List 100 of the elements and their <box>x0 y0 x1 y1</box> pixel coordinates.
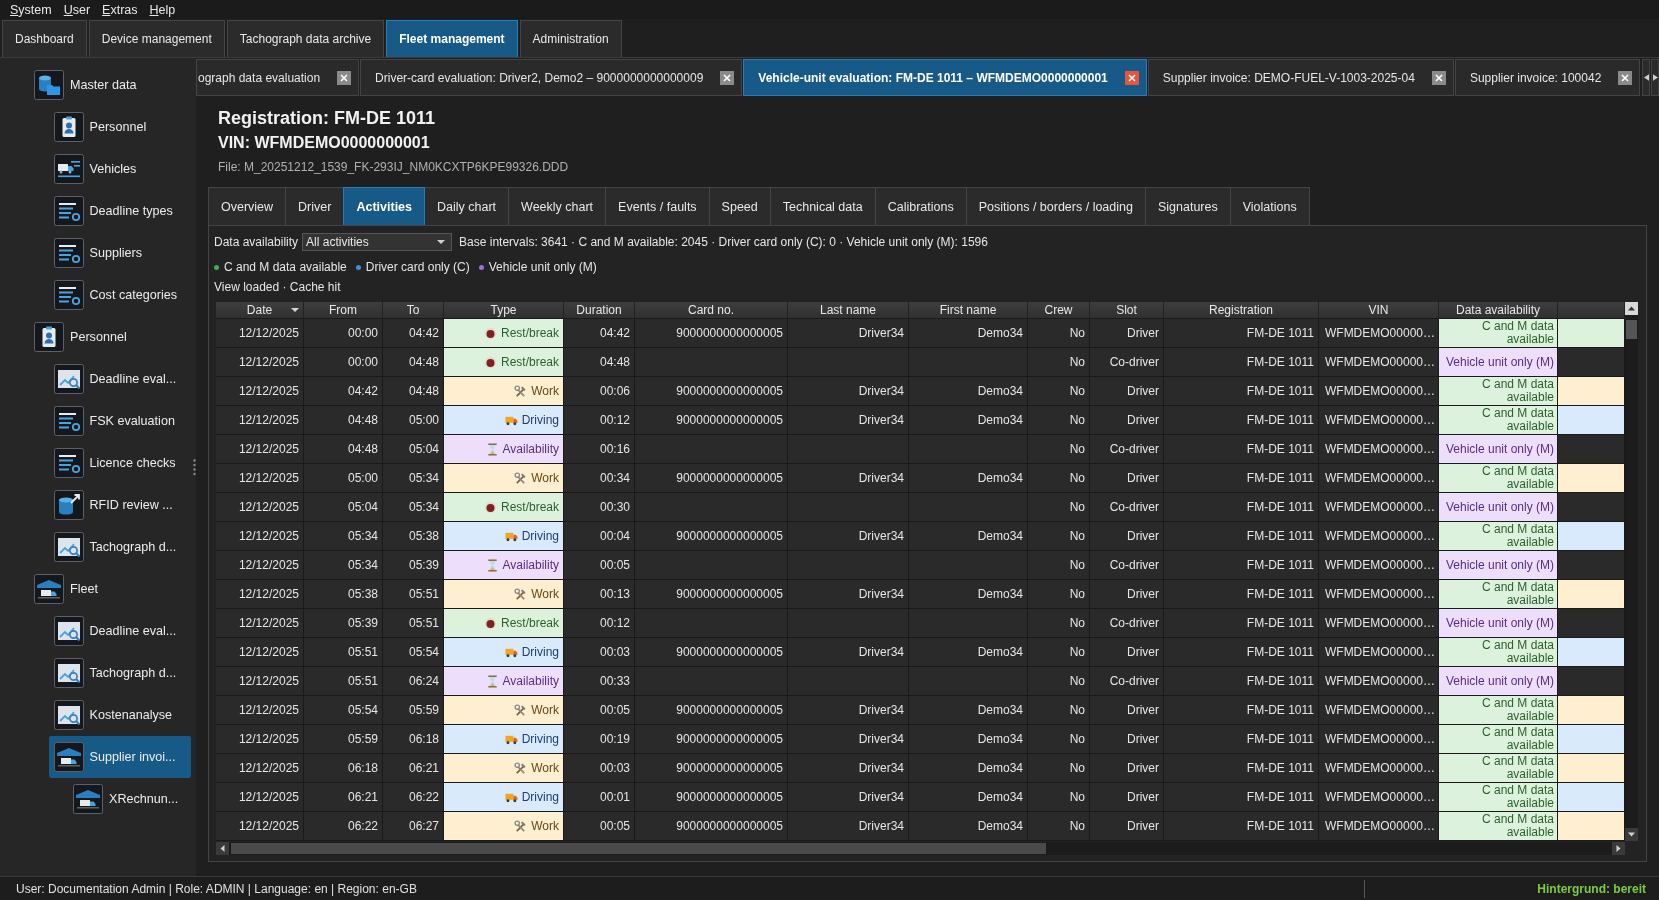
sub-tab[interactable]: Driver <box>285 187 345 225</box>
availability-cell: C and M data available <box>1439 464 1558 493</box>
horizontal-scrollbar[interactable] <box>216 842 1625 855</box>
sub-tab[interactable]: Events / faults <box>605 187 710 225</box>
sidebar-item[interactable]: Kostenanalyse <box>48 694 191 736</box>
column-header[interactable]: Type <box>444 302 564 319</box>
table-cell: Driver34 <box>788 580 909 609</box>
activity-type-label: Work <box>531 761 559 775</box>
sidebar-item[interactable]: RFID review ... <box>48 484 191 526</box>
menu-item[interactable]: Extras <box>96 1 144 18</box>
document-tab[interactable]: Vehicle-unit evaluation: FM-DE 1011 – WFMDEMO0000000001 <box>743 59 1147 96</box>
hourglass-icon <box>485 674 499 688</box>
table-cell: 12/12/2025 <box>216 812 304 841</box>
document-tab[interactable]: Supplier invoice: 100042 <box>1454 59 1641 96</box>
close-icon[interactable] <box>337 70 352 85</box>
sidebar-item[interactable]: Deadline eval... <box>48 610 191 652</box>
table-cell: WFMDEMO00000… <box>1319 638 1439 667</box>
tab-scroll-right-button[interactable] <box>1651 59 1659 96</box>
table-cell: 05:04 <box>304 493 383 522</box>
column-header[interactable]: Slot <box>1090 302 1164 319</box>
sub-tab[interactable]: Violations <box>1229 187 1310 225</box>
table-cell: FM-DE 1011 <box>1164 493 1319 522</box>
column-header[interactable]: To <box>383 302 444 319</box>
sidebar-item[interactable]: Tachograph d... <box>48 652 191 694</box>
main-tab[interactable]: Fleet management <box>386 20 518 57</box>
column-header[interactable]: Data availability <box>1439 302 1558 319</box>
column-header[interactable]: Card no. <box>635 302 788 319</box>
interval-summary: Base intervals: 3641 · C and M available: 2045 · Driver card only (C): 0 · Vehicle unit only (M): 1596 <box>459 235 988 249</box>
data-availability-dropdown[interactable]: All activities <box>302 233 453 251</box>
sub-tab[interactable]: Signatures <box>1144 187 1231 225</box>
caret-icon <box>437 240 446 244</box>
sub-tab[interactable]: Speed <box>708 187 771 225</box>
column-header[interactable]: First name <box>909 302 1028 319</box>
table-cell: 05:51 <box>304 638 383 667</box>
sidebar-item[interactable]: Supplier invoi... <box>48 736 191 778</box>
table-cell: 9000000000000005 <box>635 522 788 551</box>
sidebar-item[interactable]: Suppliers <box>48 232 191 274</box>
sidebar-item[interactable]: Vehicles <box>48 148 191 190</box>
table-cell: FM-DE 1011 <box>1164 319 1319 348</box>
table-cell: FM-DE 1011 <box>1164 812 1319 841</box>
sub-tab[interactable]: Activities <box>343 187 426 225</box>
column-header[interactable]: Date <box>216 302 304 319</box>
sidebar-item[interactable]: FSK evaluation <box>48 400 191 442</box>
table-cell: 12/12/2025 <box>216 783 304 812</box>
menu-item[interactable]: Help <box>143 1 182 18</box>
availability-cell: C and M data available <box>1439 319 1558 348</box>
menu-item[interactable]: System <box>4 1 58 18</box>
sub-tab[interactable]: Weekly chart <box>508 187 607 225</box>
sidebar-item[interactable]: Cost categories <box>48 274 191 316</box>
main-tab[interactable]: Device management <box>88 20 225 57</box>
main-tab[interactable]: Tachograph data archive <box>226 20 385 57</box>
main-tab[interactable]: Dashboard <box>2 20 87 57</box>
chart-magnifier-icon <box>53 532 84 562</box>
background-status: Hintergrund: bereit <box>1537 881 1646 896</box>
sidebar-item[interactable]: Deadline types <box>48 190 191 232</box>
table-cell: Driver34 <box>788 464 909 493</box>
scrollbar-thumb[interactable] <box>231 843 1046 854</box>
table-cell: Driver <box>1090 812 1164 841</box>
column-header[interactable]: VIN <box>1319 302 1439 319</box>
activity-type-label: Rest/break <box>500 500 559 514</box>
table-cell: No <box>1028 609 1090 638</box>
tab-scroll-left-button[interactable] <box>1642 59 1651 96</box>
column-header[interactable]: Crew <box>1028 302 1090 319</box>
table-cell: Demo34 <box>909 580 1028 609</box>
close-icon[interactable] <box>1124 70 1139 85</box>
column-header[interactable]: Last name <box>788 302 909 319</box>
sub-tab[interactable]: Daily chart <box>424 187 510 225</box>
sidebar-item[interactable]: Personnel <box>48 106 191 148</box>
sub-tab[interactable]: Positions / borders / loading <box>965 187 1146 225</box>
column-header[interactable]: Registration <box>1164 302 1319 319</box>
grip-icon[interactable] <box>192 458 196 476</box>
table-cell: Driver34 <box>788 754 909 783</box>
table-cell: 00:33 <box>564 667 635 696</box>
sub-tab[interactable]: Overview <box>208 187 287 225</box>
availability-cell: C and M data available <box>1439 754 1558 783</box>
table-cell: 04:48 <box>383 377 444 406</box>
sidebar-item[interactable]: Personnel <box>29 316 191 358</box>
document-tab[interactable]: ograph data evaluation <box>196 59 360 96</box>
sidebar-item[interactable]: Master data <box>29 64 191 106</box>
document-tab[interactable]: Driver-card evaluation: Driver2, Demo2 – 9000000000000009 <box>360 59 743 96</box>
sidebar-item[interactable]: Deadline eval... <box>48 358 191 400</box>
sub-tab[interactable]: Technical data <box>769 187 876 225</box>
sidebar-item[interactable]: Licence checks <box>48 442 191 484</box>
sidebar-item[interactable]: XRechnun... <box>68 778 191 820</box>
sidebar-item[interactable]: Fleet <box>29 568 191 610</box>
column-header[interactable]: Duration <box>564 302 635 319</box>
close-icon[interactable] <box>1431 70 1446 85</box>
menu-item[interactable]: User <box>57 1 97 18</box>
close-icon[interactable] <box>720 70 735 85</box>
sidebar-item[interactable]: Tachograph d... <box>48 526 191 568</box>
main-tab[interactable]: Administration <box>519 20 622 57</box>
vertical-scrollbar[interactable] <box>1625 302 1638 841</box>
table-cell: 06:24 <box>383 667 444 696</box>
activity-type-label: Availability <box>502 558 559 572</box>
sub-tab[interactable]: Calibrations <box>874 187 967 225</box>
column-header[interactable]: From <box>304 302 383 319</box>
scrollbar-thumb[interactable] <box>1626 320 1637 339</box>
table-cell: Driver34 <box>788 696 909 725</box>
document-tab[interactable]: Supplier invoice: DEMO-FUEL-V-1003-2025-04 <box>1147 59 1454 96</box>
close-icon[interactable] <box>1618 70 1633 85</box>
